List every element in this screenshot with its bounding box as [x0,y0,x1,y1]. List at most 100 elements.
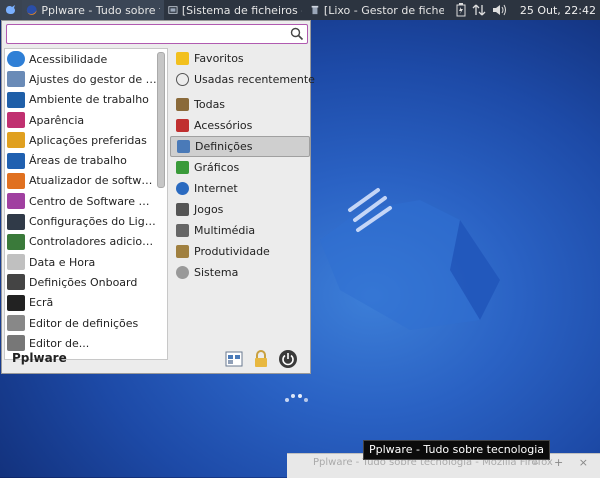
clock[interactable]: 25 Out, 22:42 [514,4,596,17]
preferred-apps-icon [7,132,25,149]
app-label: Atualizador de software [29,174,157,188]
category-label: Definições [195,140,253,153]
taskbar-tooltip: Pplware - Tudo sobre tecnologia [363,440,551,460]
application-list-scrollbar[interactable] [157,50,165,358]
category-productivity[interactable]: Produtividade [170,241,310,262]
app-label: Aparência [29,113,85,127]
category-graphics[interactable]: Gráficos [170,157,310,178]
search-input[interactable] [9,26,293,44]
app-item-preferred-apps[interactable]: Aplicações preferidas [5,130,167,150]
app-item-desktop[interactable]: Ambiente de trabalho [5,90,167,110]
volume-icon[interactable] [492,3,508,17]
accessibility-icon [7,51,25,68]
category-games[interactable]: Jogos [170,199,310,220]
category-favorites[interactable]: Favoritos [170,48,310,69]
user-name: Pplware [12,351,67,365]
category-multimedia[interactable]: Multimédia [170,220,310,241]
battery-icon[interactable] [456,3,466,17]
taskbar-item-firefox[interactable]: Pplware - Tudo sobre tec... [22,0,164,20]
power-button[interactable] [278,349,298,369]
gear-icon [176,266,189,279]
settings-icon [177,140,190,153]
productivity-icon [176,245,189,258]
folder-icon [168,6,178,14]
games-icon [176,203,189,216]
app-item-settings-editor[interactable]: Editor de definições [5,313,167,333]
app-label: Ecrã [29,296,54,310]
taskbar-item-file-system[interactable]: [Sistema de ficheiros - G... [164,0,306,20]
system-tray: 25 Out, 22:42 [456,3,600,17]
category-label: Internet [194,182,238,195]
app-label: Áreas de trabalho [29,154,127,168]
desktop-icon [7,91,25,108]
application-list: Acessibilidade Ajustes do gestor de jane… [4,48,168,360]
settings-manager-button[interactable] [224,349,244,369]
app-label: Aplicações preferidas [29,133,147,147]
category-internet[interactable]: Internet [170,178,310,199]
window-tweaks-icon [7,71,25,88]
category-label: Favoritos [194,52,244,65]
workspaces-icon [7,152,25,169]
keyboard-icon [7,274,25,291]
category-accessories[interactable]: Acessórios [170,115,310,136]
search-icon[interactable] [290,27,304,41]
app-item-acessibilidade[interactable]: Acessibilidade [5,49,167,69]
taskbar-item-label: Pplware - Tudo sobre tec... [41,3,160,17]
calendar-icon [7,254,25,271]
taskbar-item-trash[interactable]: [Lixo - Gestor de ficheiros] [306,0,448,20]
software-updater-icon [7,172,25,189]
app-item-onboard-settings[interactable]: Definições Onboard [5,272,167,292]
category-label: Produtividade [194,245,270,258]
settings-editor-icon [7,315,25,331]
app-item-date-time[interactable]: Data e Hora [5,252,167,272]
graphics-icon [176,161,189,174]
category-label: Gráficos [194,161,240,174]
app-item-software-updater[interactable]: Atualizador de software [5,171,167,191]
lock-screen-button[interactable] [251,349,271,369]
scrollbar-thumb[interactable] [157,52,165,188]
top-panel: Pplware - Tudo sobre tec... [Sistema de … [0,0,600,20]
accessories-icon [176,119,189,132]
globe-icon [176,182,189,195]
category-label: Todas [194,98,226,111]
wallpaper-mouse-logo [320,188,500,330]
app-label: Data e Hora [29,255,96,269]
appearance-icon [7,112,25,129]
application-menu: Acessibilidade Ajustes do gestor de jane… [1,20,315,375]
light-locker-icon [7,213,25,230]
app-item-appearance[interactable]: Aparência [5,110,167,130]
app-item-additional-drivers[interactable]: Controladores adicionais [5,232,167,252]
app-label: Centro de Software Ubuntu [29,194,157,208]
app-label: Ajustes do gestor de janelas [29,72,157,86]
app-label: Acessibilidade [29,52,108,66]
app-label: Ambiente de trabalho [29,93,149,107]
whisker-menu-button[interactable] [0,0,22,20]
software-center-icon [7,193,25,210]
app-label: Definições Onboard [29,275,138,289]
network-icon[interactable] [472,3,486,17]
app-item-software-center[interactable]: Centro de Software Ubuntu [5,191,167,211]
loading-spinner-icon [285,394,308,402]
category-all[interactable]: Todas [170,94,310,115]
category-label: Multimédia [194,224,256,237]
category-recently-used[interactable]: Usadas recentemente [170,69,315,90]
search-box[interactable] [6,24,308,44]
app-item-light-locker[interactable]: Configurações do Light Locker [5,211,167,231]
menu-footer: Pplware [2,343,310,375]
app-item-display[interactable]: Ecrã [5,293,167,313]
category-label: Acessórios [194,119,253,132]
category-label: Jogos [194,203,224,216]
category-label: Usadas recentemente [194,73,315,86]
app-label: Configurações do Light Locker [29,215,157,229]
app-item-workspaces[interactable]: Áreas de trabalho [5,150,167,170]
taskbar-item-label: [Sistema de ficheiros - G... [181,3,302,17]
trash-icon [311,5,319,15]
firefox-icon [26,5,37,15]
app-label: Editor de definições [29,316,139,330]
category-list: Favoritos Usadas recentemente Todas Aces… [170,48,315,360]
app-item-window-manager-tweaks[interactable]: Ajustes do gestor de janelas [5,69,167,89]
star-icon [176,52,189,65]
folder-icon [176,98,189,111]
category-system[interactable]: Sistema [170,262,310,283]
category-settings[interactable]: Definições [170,136,310,157]
